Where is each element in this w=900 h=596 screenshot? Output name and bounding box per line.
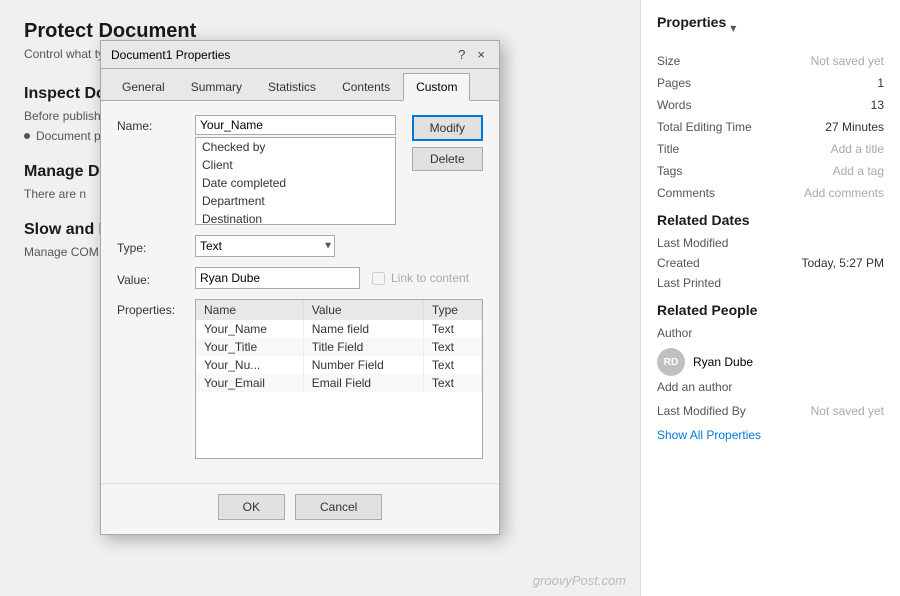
chevron-down-icon: ▾	[730, 21, 736, 35]
author-label-row: Author	[657, 326, 884, 340]
list-item[interactable]: Department	[196, 192, 395, 210]
cell-type: Text	[423, 320, 481, 338]
action-buttons: Modify Delete	[412, 115, 483, 171]
col-name-header: Name	[196, 300, 303, 320]
last-printed-row: Last Printed	[657, 276, 884, 290]
cell-name: Your_Title	[196, 338, 303, 356]
prop-editing-time: Total Editing Time 27 Minutes	[657, 120, 884, 134]
prop-size: Size Not saved yet	[657, 54, 884, 68]
tab-general[interactable]: General	[109, 73, 178, 100]
link-checkbox-row: Link to content	[372, 271, 469, 285]
prop-title: Title Add a title	[657, 142, 884, 156]
cell-value: Title Field	[303, 338, 423, 356]
dialog-title: Document1 Properties	[111, 48, 230, 62]
type-select-wrap: Text Date Number Yes or No ▼	[195, 235, 335, 257]
cell-name: Your_Email	[196, 374, 303, 392]
prop-pages: Pages 1	[657, 76, 884, 90]
author-row: RD Ryan Dube	[657, 348, 884, 376]
bullet-icon	[24, 133, 30, 139]
tab-bar: General Summary Statistics Contents Cust…	[101, 69, 499, 101]
created-row: Created Today, 5:27 PM	[657, 256, 884, 270]
ok-button[interactable]: OK	[218, 494, 285, 520]
tab-contents[interactable]: Contents	[329, 73, 403, 100]
cell-type: Text	[423, 356, 481, 374]
type-label: Type:	[117, 237, 187, 255]
dialog-controls: ? ×	[458, 47, 489, 62]
tab-statistics[interactable]: Statistics	[255, 73, 329, 100]
dialog-titlebar: Document1 Properties ? ×	[101, 41, 499, 69]
cell-type: Text	[423, 374, 481, 392]
related-people-title: Related People	[657, 302, 884, 318]
dialog-footer: OK Cancel	[101, 483, 499, 534]
related-dates-section: Related Dates Last Modified Created Toda…	[657, 212, 884, 290]
name-row: Name: Checked by Client Date completed D…	[117, 115, 483, 225]
cell-type: Text	[423, 338, 481, 356]
list-item[interactable]: Destination	[196, 210, 395, 225]
properties-dialog: Document1 Properties ? × General Summary…	[100, 40, 500, 535]
last-modified-row: Last Modified	[657, 236, 884, 250]
modify-button[interactable]: Modify	[412, 115, 483, 141]
avatar: RD	[657, 348, 685, 376]
table-row[interactable]: Your_Nu... Number Field Text	[196, 356, 482, 374]
tab-custom[interactable]: Custom	[403, 73, 470, 101]
dialog-body: Name: Checked by Client Date completed D…	[101, 101, 499, 483]
table-row[interactable]: Your_Email Email Field Text	[196, 374, 482, 392]
add-author-link[interactable]: Add an author	[657, 380, 884, 394]
value-input[interactable]	[195, 267, 360, 289]
tab-summary[interactable]: Summary	[178, 73, 255, 100]
properties-table: Name Value Type Your_Name Name field Tex…	[195, 299, 483, 459]
table-row[interactable]: Your_Title Title Field Text	[196, 338, 482, 356]
type-row: Type: Text Date Number Yes or No ▼	[117, 235, 483, 257]
properties-row: Properties: Name Value Type Your	[117, 299, 483, 459]
right-panel: Properties ▾ Size Not saved yet Pages 1 …	[640, 0, 900, 596]
related-dates-title: Related Dates	[657, 212, 884, 228]
name-label: Name:	[117, 115, 187, 133]
author-name: Ryan Dube	[693, 355, 753, 369]
link-label: Link to content	[391, 271, 469, 285]
name-listbox[interactable]: Checked by Client Date completed Departm…	[195, 137, 396, 225]
value-label: Value:	[117, 269, 187, 287]
prop-tags: Tags Add a tag	[657, 164, 884, 178]
link-checkbox[interactable]	[372, 272, 385, 285]
cell-name: Your_Name	[196, 320, 303, 338]
help-button[interactable]: ?	[458, 47, 465, 62]
col-type-header: Type	[423, 300, 481, 320]
watermark: groovyPost.com	[533, 573, 626, 588]
related-people-section: Related People Author RD Ryan Dube Add a…	[657, 302, 884, 418]
list-item[interactable]: Date completed	[196, 174, 395, 192]
list-item[interactable]: Client	[196, 156, 395, 174]
list-item[interactable]: Checked by	[196, 138, 395, 156]
cell-value: Number Field	[303, 356, 423, 374]
props-data-table: Name Value Type Your_Name Name field Tex…	[196, 300, 482, 392]
right-panel-title: Properties	[657, 14, 726, 30]
delete-button[interactable]: Delete	[412, 147, 483, 171]
cell-name: Your_Nu...	[196, 356, 303, 374]
cancel-button[interactable]: Cancel	[295, 494, 382, 520]
close-button[interactable]: ×	[473, 47, 489, 62]
cell-value: Name field	[303, 320, 423, 338]
name-list-container: Checked by Client Date completed Departm…	[195, 115, 396, 225]
cell-value: Email Field	[303, 374, 423, 392]
table-row[interactable]: Your_Name Name field Text	[196, 320, 482, 338]
properties-label: Properties:	[117, 299, 187, 317]
name-input[interactable]	[195, 115, 396, 135]
col-value-header: Value	[303, 300, 423, 320]
type-select[interactable]: Text Date Number Yes or No	[195, 235, 335, 257]
last-modified-by-row: Last Modified By Not saved yet	[657, 404, 884, 418]
show-all-properties-link[interactable]: Show All Properties	[657, 428, 884, 442]
prop-words: Words 13	[657, 98, 884, 112]
prop-comments: Comments Add comments	[657, 186, 884, 200]
value-row: Value: Link to content	[117, 267, 483, 289]
